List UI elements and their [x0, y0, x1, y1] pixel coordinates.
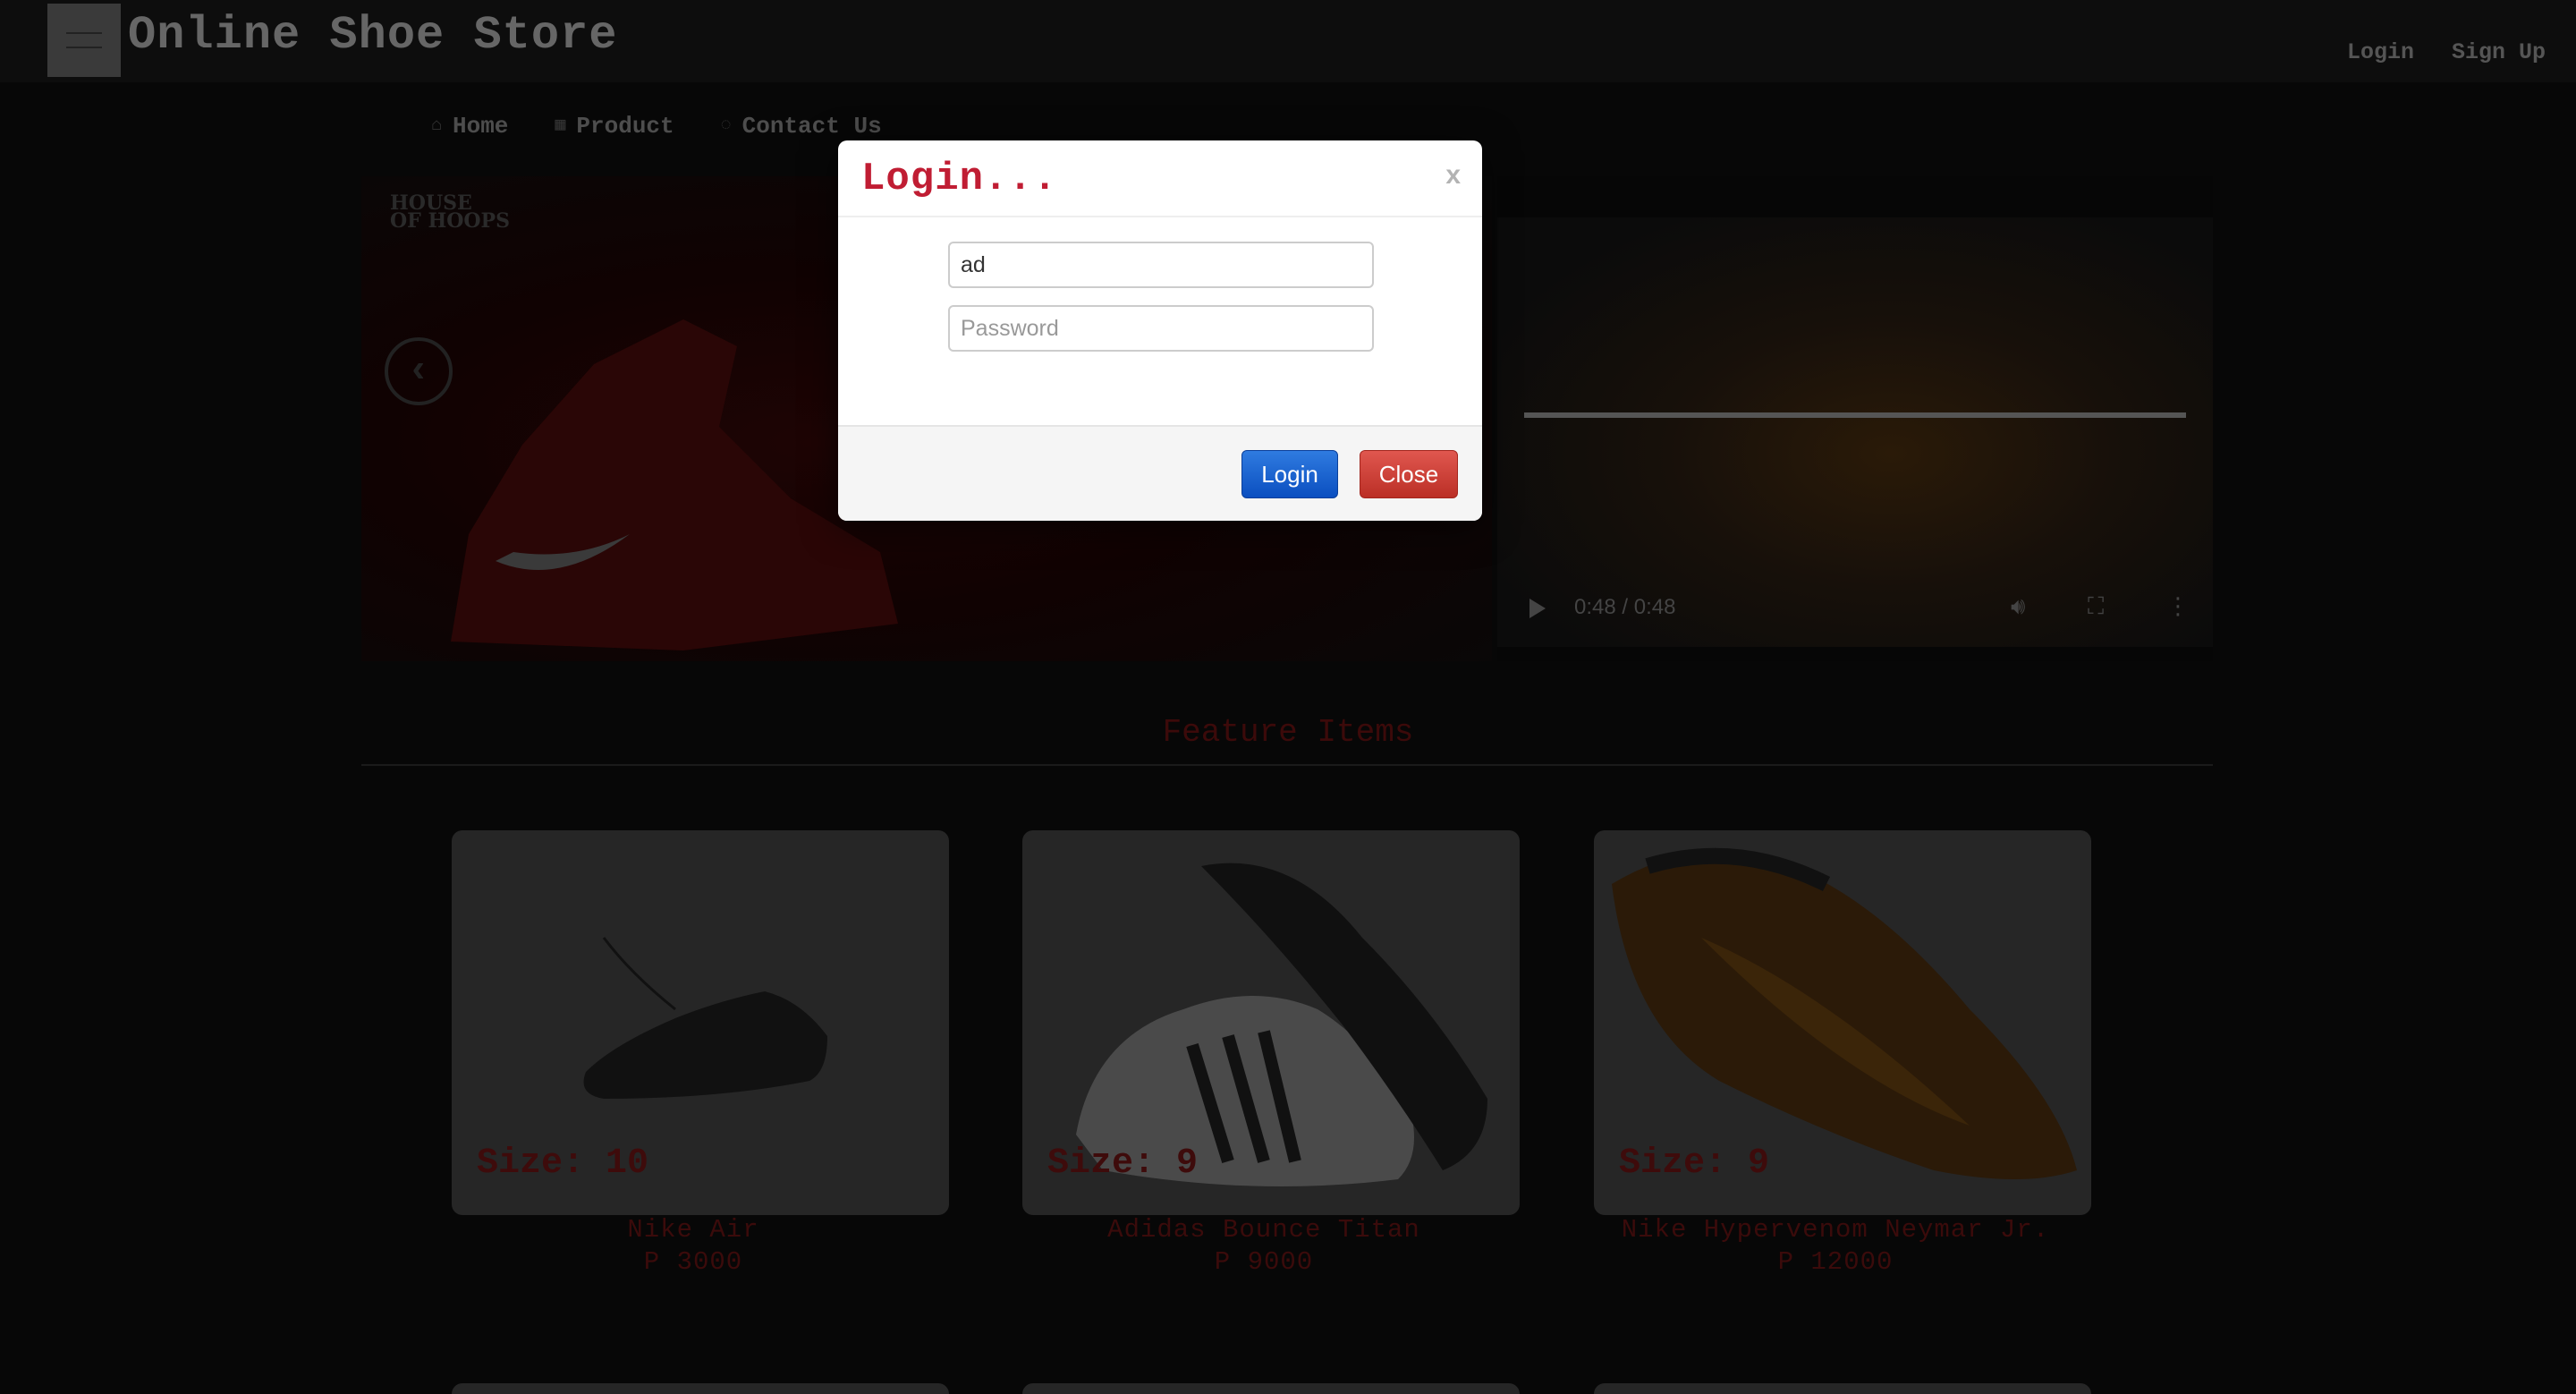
auth-links: Login Sign Up: [2347, 39, 2546, 65]
product-name[interactable]: Adidas Bounce Titan: [1015, 1215, 1513, 1245]
modal-title: Login...: [861, 157, 1058, 201]
logo-mark: [66, 32, 102, 48]
product-card[interactable]: Size: 10: [452, 830, 949, 1215]
grid-icon: ▦: [555, 115, 566, 136]
product-card[interactable]: Size: 9: [1594, 830, 2091, 1215]
modal-header: Login... x: [838, 140, 1482, 217]
home-icon: ⌂: [431, 115, 443, 136]
nav-item-contact[interactable]: ◌ Contact Us: [721, 113, 882, 140]
product-size: Size: 10: [477, 1143, 649, 1184]
product-card[interactable]: [452, 1383, 949, 1394]
nav-item-label: Product: [576, 113, 674, 140]
product-size: Size: 9: [1047, 1143, 1199, 1184]
product-card[interactable]: [1594, 1383, 2091, 1394]
close-icon[interactable]: x: [1445, 160, 1461, 191]
divider: [361, 764, 2213, 766]
product-name[interactable]: Nike Hypervenom Neymar Jr.: [1587, 1215, 2084, 1245]
product-price: P 9000: [1214, 1247, 1314, 1277]
login-button[interactable]: Login: [1241, 450, 1338, 498]
close-button[interactable]: Close: [1360, 450, 1458, 498]
play-icon[interactable]: [1530, 599, 1546, 618]
fullscreen-icon[interactable]: ⛶: [2088, 593, 2104, 621]
product-price: P 3000: [643, 1247, 743, 1277]
product-price: P 12000: [1777, 1247, 1894, 1277]
nav-item-product[interactable]: ▦ Product: [555, 113, 674, 140]
username-input[interactable]: [948, 242, 1374, 288]
video-player[interactable]: 0:48 / 0:48 🔊︎ ⛶ ⋮: [1497, 176, 2213, 661]
info-icon: ◌: [720, 115, 732, 136]
product-name[interactable]: Nike Air: [445, 1215, 942, 1245]
product-size: Size: 9: [1619, 1143, 1770, 1184]
login-modal: Login... x Login Close: [838, 140, 1482, 521]
hero-brand-logo: HOUSE OF HOOPS: [390, 191, 510, 233]
video-progress-fill: [1524, 412, 2186, 418]
modal-footer: Login Close: [838, 425, 1482, 521]
video-time: 0:48 / 0:48: [1574, 595, 1676, 619]
feature-items-title: Feature Items: [1162, 714, 1414, 751]
signup-link[interactable]: Sign Up: [2452, 39, 2546, 65]
nav-item-label: Contact Us: [741, 113, 882, 140]
video-progress-bar[interactable]: [1524, 412, 2186, 418]
login-link[interactable]: Login: [2347, 39, 2414, 65]
product-card[interactable]: Size: 9: [1022, 830, 1520, 1215]
product-card[interactable]: [1022, 1383, 1520, 1394]
site-logo[interactable]: [47, 4, 121, 77]
prev-arrow-icon[interactable]: ‹: [385, 337, 453, 405]
top-bar: Online Shoe Store Login Sign Up: [0, 0, 2576, 82]
video-controls: 0:48 / 0:48 🔊︎ ⛶ ⋮: [1497, 561, 2213, 661]
password-input[interactable]: [948, 305, 1374, 352]
nav-item-label: Home: [453, 113, 509, 140]
nav-item-home[interactable]: ⌂ Home: [431, 113, 508, 140]
main-nav: ⌂ Home ▦ Product ◌ Contact Us: [431, 113, 882, 140]
site-title[interactable]: Online Shoe Store: [128, 9, 618, 62]
volume-icon[interactable]: 🔊︎: [2011, 593, 2025, 621]
more-options-icon[interactable]: ⋮: [2166, 593, 2190, 620]
